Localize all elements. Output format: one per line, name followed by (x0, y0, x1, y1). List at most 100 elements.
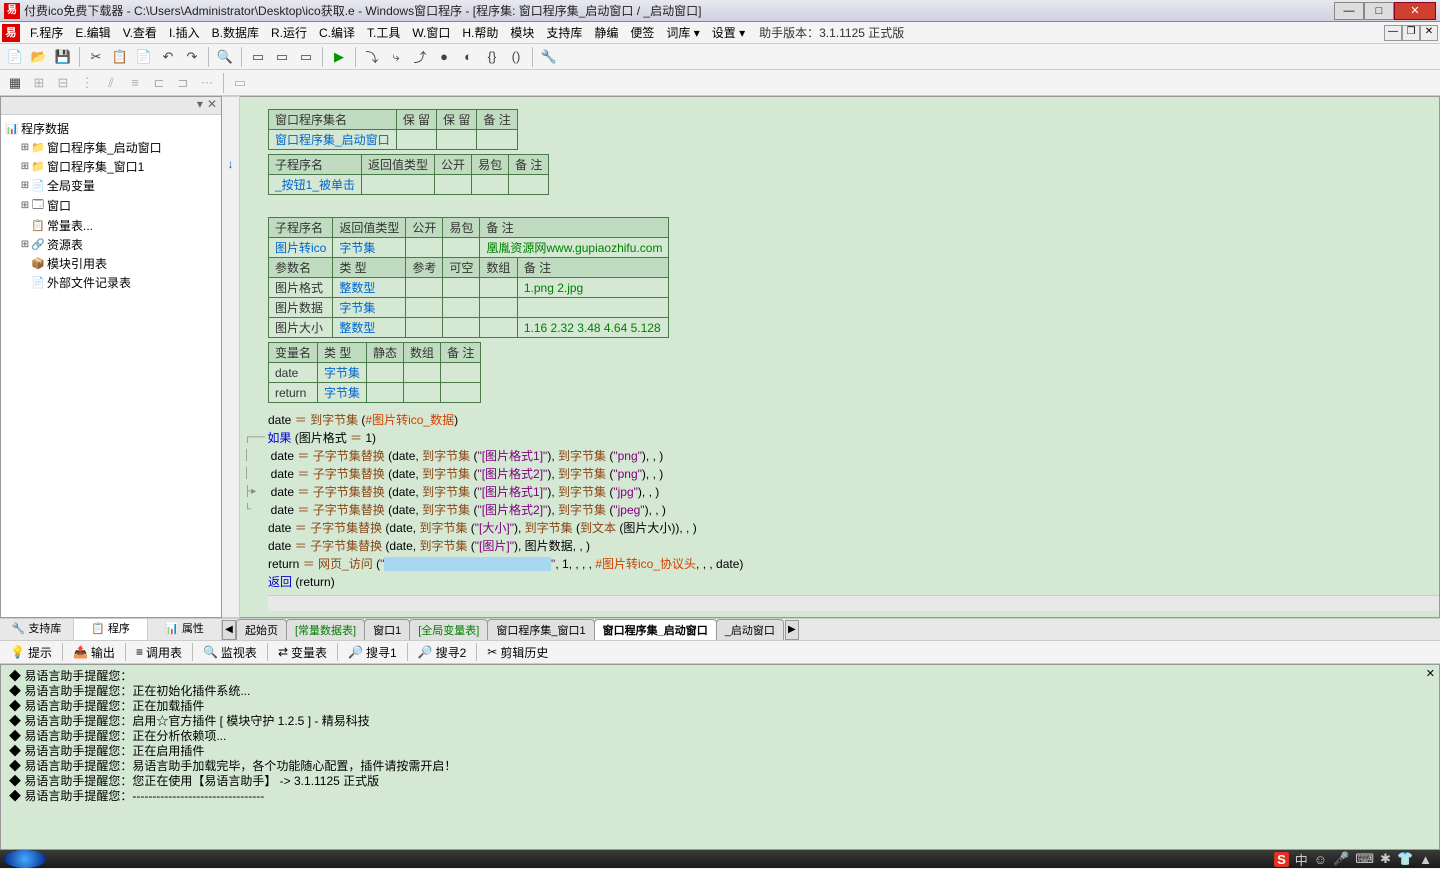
expand-icon[interactable]: ⊞ (19, 142, 31, 153)
tree-node-4[interactable]: 📋常量表... (5, 216, 217, 235)
paste-icon[interactable]: 📄 (133, 46, 155, 68)
menu-edit[interactable]: E.编辑 (69, 22, 116, 43)
step-over-icon[interactable]: ⤵ (361, 46, 383, 68)
editor-tab-0[interactable]: 起始页 (236, 619, 287, 640)
tray-shirt-icon[interactable]: 👕 (1397, 851, 1413, 867)
tree-node-5[interactable]: ⊞🔗资源表 (5, 235, 217, 254)
open-icon[interactable]: 📂 (28, 46, 50, 68)
mdi-minimize[interactable]: — (1384, 25, 1402, 41)
t2-10-icon[interactable]: ▭ (229, 72, 251, 94)
tree-node-6[interactable]: 📦模块引用表 (5, 254, 217, 273)
bottom-tab-3[interactable]: 🔍监视表 (197, 642, 263, 663)
close-panel-icon[interactable]: ✕ (207, 97, 217, 114)
tray-star-icon[interactable]: ✱ (1380, 851, 1391, 867)
bottom-tab-4[interactable]: ⇄变量表 (272, 642, 333, 663)
extra-icon[interactable]: 🔧 (538, 46, 560, 68)
editor-tab-6[interactable]: _启动窗口 (716, 619, 784, 640)
editor-hscroll[interactable] (268, 595, 1439, 611)
expand-icon[interactable]: ⊞ (19, 200, 31, 211)
menu-compile[interactable]: C.编译 (313, 22, 361, 43)
run-icon[interactable]: ▶ (328, 46, 350, 68)
tray-lang[interactable]: 中 (1295, 850, 1308, 869)
mdi-restore[interactable]: ❐ (1402, 25, 1420, 41)
copy-icon[interactable]: 📋 (109, 46, 131, 68)
editor-tab-2[interactable]: 窗口1 (364, 619, 410, 640)
tree-node-0[interactable]: ⊞📁窗口程序集_启动窗口 (5, 138, 217, 157)
editor-tab-4[interactable]: 窗口程序集_窗口1 (487, 619, 594, 640)
window3-icon[interactable]: ▭ (295, 46, 317, 68)
maximize-button[interactable]: □ (1364, 2, 1394, 20)
menu-static[interactable]: 静编 (588, 22, 624, 43)
code-block[interactable]: date ＝ 到字节集 (#图片转ico_数据)┌── 如果 (图片格式 ＝ 1… (268, 407, 1439, 595)
bottom-tab-5[interactable]: 🔎搜寻1 (342, 642, 403, 663)
editor-tab-3[interactable]: [全局变量表] (409, 619, 488, 640)
paren-icon[interactable]: {} (481, 46, 503, 68)
window1-icon[interactable]: ▭ (247, 46, 269, 68)
tree-root[interactable]: 📊 程序数据 (5, 119, 217, 138)
menu-support[interactable]: 支持库 (540, 22, 588, 43)
bottom-tab-1[interactable]: 📤输出 (67, 642, 121, 663)
tray-up-icon[interactable]: ▲ (1419, 852, 1432, 867)
td[interactable]: 字节集 (333, 238, 406, 258)
td[interactable]: 整数型 (333, 318, 406, 338)
expand-icon[interactable]: ⊞ (19, 180, 31, 191)
ime-icon[interactable]: S (1274, 852, 1289, 867)
tree-node-7[interactable]: 📄外部文件记录表 (5, 273, 217, 292)
find-icon[interactable]: 🔍 (214, 46, 236, 68)
td[interactable]: 整数型 (333, 278, 406, 298)
output-close-icon[interactable]: ✕ (1426, 667, 1435, 682)
td[interactable]: _按钮1_被单击 (269, 175, 362, 195)
step-into-icon[interactable]: ⤷ (385, 46, 407, 68)
expand-icon[interactable]: ⊞ (19, 239, 31, 250)
tab-scroll-right[interactable]: ▶ (785, 620, 799, 640)
menu-run[interactable]: R.运行 (265, 22, 313, 43)
tray-emoji-icon[interactable]: ☺ (1314, 852, 1327, 867)
t2-8-icon[interactable]: ⊐ (172, 72, 194, 94)
window2-icon[interactable]: ▭ (271, 46, 293, 68)
cut-icon[interactable]: ✂ (85, 46, 107, 68)
mdi-close[interactable]: ✕ (1420, 25, 1438, 41)
redo-icon[interactable]: ↷ (181, 46, 203, 68)
sidetab-property[interactable]: 📊 属性 (148, 619, 222, 640)
menu-insert[interactable]: I.插入 (163, 22, 206, 43)
bottom-tab-6[interactable]: 🔎搜寻2 (412, 642, 473, 663)
menu-window[interactable]: W.窗口 (406, 22, 456, 43)
tab-scroll-left[interactable]: ◀ (222, 620, 236, 640)
td[interactable]: 字节集 (318, 383, 367, 403)
t2-3-icon[interactable]: ⊟ (52, 72, 74, 94)
td[interactable]: 字节集 (333, 298, 406, 318)
new-icon[interactable]: 📄 (4, 46, 26, 68)
td[interactable]: 字节集 (318, 363, 367, 383)
tree-node-3[interactable]: ⊞🗔窗口 (5, 195, 217, 216)
t2-1-icon[interactable]: ▦ (4, 72, 26, 94)
t2-5-icon[interactable]: ⫽ (100, 72, 122, 94)
expand-icon[interactable]: ⊞ (19, 161, 31, 172)
tray-mic-icon[interactable]: 🎤 (1333, 851, 1349, 867)
code-editor[interactable]: 窗口程序集名保 留保 留备 注 窗口程序集_启动窗口 子程序名返回值类型公开易包… (240, 96, 1440, 618)
sidetab-program[interactable]: 📋 程序 (74, 619, 148, 640)
menu-view[interactable]: V.查看 (117, 22, 163, 43)
output-panel[interactable]: ✕ ◆ 易语言助手提醒您：◆ 易语言助手提醒您：正在初始化插件系统...◆ 易语… (0, 664, 1440, 850)
pin-icon[interactable]: ▾ (197, 97, 203, 114)
editor-tab-1[interactable]: [常量数据表] (286, 619, 365, 640)
menu-file[interactable]: F.程序 (24, 22, 69, 43)
breakpoint-icon[interactable]: ● (433, 46, 455, 68)
bp-icon[interactable]: ◐ (457, 46, 479, 68)
menu-module[interactable]: 模块 (504, 22, 540, 43)
menu-help[interactable]: H.帮助 (456, 22, 504, 43)
close-button[interactable]: ✕ (1394, 2, 1436, 20)
menu-tools[interactable]: T.工具 (361, 22, 406, 43)
save-icon[interactable]: 💾 (52, 46, 74, 68)
tree-node-2[interactable]: ⊞📄全局变量 (5, 176, 217, 195)
t2-2-icon[interactable]: ⊞ (28, 72, 50, 94)
t2-7-icon[interactable]: ⊏ (148, 72, 170, 94)
t2-6-icon[interactable]: ≡ (124, 72, 146, 94)
td[interactable]: 窗口程序集_启动窗口 (269, 130, 397, 150)
undo-icon[interactable]: ↶ (157, 46, 179, 68)
menu-settings[interactable]: 设置 ▾ (706, 22, 751, 43)
bottom-tab-2[interactable]: ≡调用表 (130, 642, 188, 663)
menu-note[interactable]: 便签 (624, 22, 660, 43)
tray-kbd-icon[interactable]: ⌨ (1355, 851, 1374, 867)
menu-dict[interactable]: 词库 ▾ (660, 22, 705, 43)
menu-db[interactable]: B.数据库 (206, 22, 265, 43)
